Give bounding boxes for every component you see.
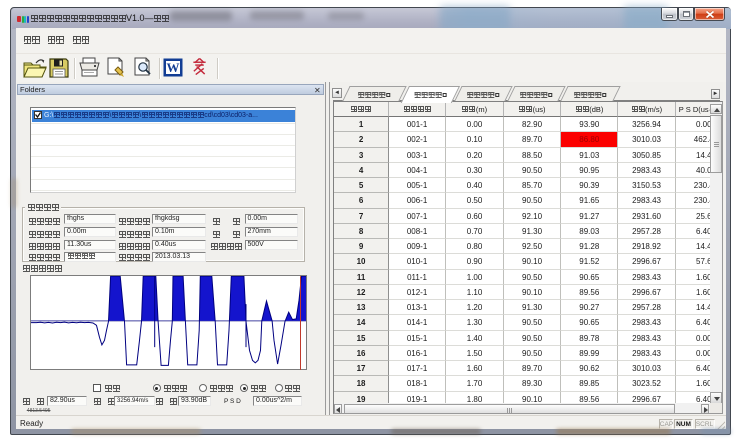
svg-text:W: W <box>167 60 180 75</box>
